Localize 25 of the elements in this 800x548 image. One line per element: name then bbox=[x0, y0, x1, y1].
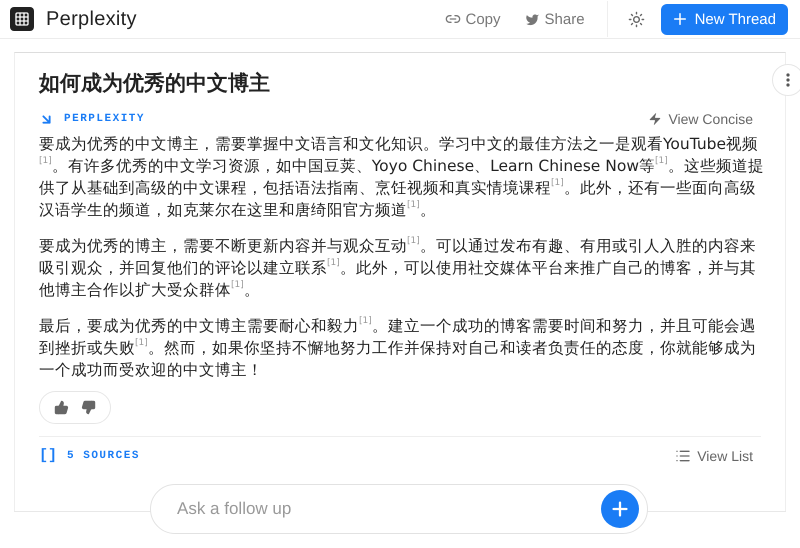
view-concise-button[interactable]: View Concise bbox=[648, 111, 761, 127]
bird-icon bbox=[524, 12, 540, 26]
follow-up-field[interactable]: Ask a follow up bbox=[150, 484, 648, 534]
brand-name: Perplexity bbox=[46, 8, 137, 30]
source-tag: PERPLEXITY bbox=[64, 113, 146, 125]
text-input[interactable]: Ask a follow up bbox=[175, 498, 601, 520]
more-icon bbox=[786, 73, 790, 87]
sources-label: 5 SOURCES bbox=[67, 450, 140, 462]
thumbs-up-icon[interactable] bbox=[54, 400, 69, 415]
thumbs-down-icon[interactable] bbox=[81, 400, 96, 415]
submit-button[interactable] bbox=[601, 490, 639, 528]
more-options-button[interactable] bbox=[772, 64, 800, 96]
new-thread-button[interactable]: New Thread bbox=[660, 4, 788, 34]
copy-button[interactable]: Copy bbox=[438, 10, 507, 28]
brackets-icon: [] bbox=[39, 447, 58, 464]
answer-paragraph: 要成为优秀的中文博主，需要掌握中文语言和文化知识。学习中文的最佳方法之一是观看YouTube视频$^{[1]}$。有许多优秀的中文学习资源，如中国豆荚、Yoyo Chinese、Learn Chinese Now等$^{[1]}$。这些频道提供了从基础到高级的中文课程，包括语法指南、烹饪视频和真实情境课程$^{[1]}$。此外，还有一些面向高级汉语学生的频道，如克莱尔在这里和唐绮阳官方频道$^{[1]}$。 bbox=[39, 134, 765, 221]
share-button[interactable]: Share bbox=[518, 10, 591, 28]
answer-paragraph: 要成为优秀的博主，需要不断更新内容并与观众互动$^{[1]}$。可以通过发布有趣、有用或引人入胜的内容来吸引观众，并回复他们的评论以建立联系$^{[1]}$。此外，可以使用社交媒体平台来推广自己的博客，并与其他博主合作以扩大受众群体$^{[1]}$。 bbox=[39, 235, 757, 301]
question-title: 如何成为优秀的中文博主 bbox=[39, 70, 271, 97]
view-list-button[interactable]: View List bbox=[675, 448, 761, 464]
sun-icon bbox=[628, 10, 645, 28]
grid-icon bbox=[14, 11, 30, 27]
list-icon bbox=[675, 448, 692, 464]
answer-paragraph: 最后，要成为优秀的中文博主需要耐心和毅力$^{[1]}$。建立一个成功的博客需要时间和努力，并且可能会遇到挫折或失败$^{[1]}$。然而，如果你坚持不懈地努力工作并保持对自己和读者负责任的态度，你就能够成为一个成功而受欢迎的中文博主！ bbox=[39, 315, 757, 381]
bolt-icon bbox=[648, 112, 662, 126]
